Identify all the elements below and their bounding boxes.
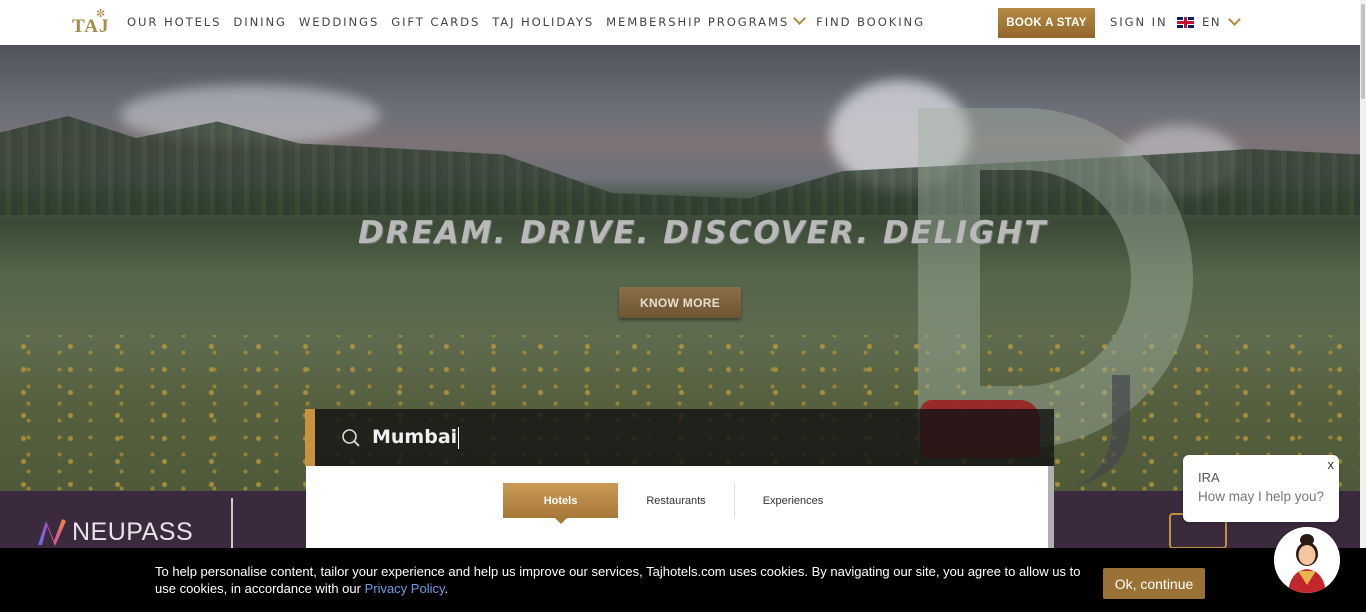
chat-assistant-avatar[interactable]: [1274, 527, 1340, 593]
nav-taj-holidays[interactable]: TAJ HOLIDAYS: [492, 15, 594, 29]
hero-tagline: DREAM. DRIVE. DISCOVER. DELIGHT: [358, 215, 1048, 251]
uk-flag-icon: [1177, 16, 1194, 28]
neupass-mark-icon: [38, 519, 66, 546]
main-menu: OUR HOTELS DINING WEDDINGS GIFT CARDS TA…: [127, 12, 937, 29]
language-selector[interactable]: EN: [1177, 12, 1241, 29]
search-input-value: Mumbai: [372, 426, 458, 448]
privacy-policy-link[interactable]: Privacy Policy: [365, 581, 445, 596]
book-a-stay-button[interactable]: BOOK A STAY: [998, 8, 1095, 38]
band-divider: [231, 498, 233, 548]
chat-bubble[interactable]: x IRA How may I help you?: [1183, 455, 1339, 522]
nav-find-booking[interactable]: FIND BOOKING: [816, 15, 925, 29]
assistant-avatar-icon: [1274, 527, 1340, 593]
chat-close-button[interactable]: x: [1328, 457, 1335, 472]
nav-membership-label: MEMBERSHIP PROGRAMS: [606, 15, 790, 29]
chevron-down-icon: [793, 12, 807, 25]
logo-text: TAJ: [72, 16, 110, 37]
cookie-message: To help personalise content, tailor your…: [155, 563, 1095, 597]
search-input[interactable]: Mumbai: [372, 426, 460, 449]
nav-membership-programs[interactable]: MEMBERSHIP PROGRAMS: [606, 12, 807, 29]
chat-agent-name: IRA: [1198, 470, 1220, 485]
neupass-logo-text: NEUPASS: [72, 517, 194, 546]
sign-in-link[interactable]: SIGN IN: [1110, 15, 1168, 29]
cookie-message-suffix: .: [444, 581, 449, 596]
language-label: EN: [1202, 15, 1221, 29]
destination-search-bar[interactable]: Mumbai: [305, 409, 1054, 466]
search-results-panel: Hotels Restaurants Experiences: [306, 466, 1054, 556]
nav-weddings[interactable]: WEDDINGS: [299, 15, 379, 29]
chat-message: How may I help you?: [1198, 489, 1325, 504]
tab-hotels[interactable]: Hotels: [503, 483, 618, 524]
taj-logo[interactable]: ✼ TAJ: [70, 7, 110, 39]
cookie-consent-bar: To help personalise content, tailor your…: [0, 548, 1366, 612]
search-category-tabs: Hotels Restaurants Experiences: [503, 483, 851, 524]
search-icon: [342, 429, 360, 447]
nav-gift-cards[interactable]: GIFT CARDS: [391, 15, 480, 29]
nav-dining[interactable]: DINING: [233, 15, 287, 29]
nav-our-hotels[interactable]: OUR HOTELS: [127, 15, 221, 29]
neupass-logo[interactable]: NEUPASS: [36, 517, 193, 547]
top-navigation: ✼ TAJ OUR HOTELS DINING WEDDINGS GIFT CA…: [0, 0, 1360, 45]
know-more-button[interactable]: KNOW MORE: [619, 287, 741, 318]
scrollbar-thumb[interactable]: [1361, 4, 1365, 99]
tab-experiences[interactable]: Experiences: [735, 483, 851, 518]
cookie-message-text: To help personalise content, tailor your…: [155, 564, 1081, 596]
ok-continue-button[interactable]: Ok, continue: [1103, 568, 1205, 599]
tab-restaurants[interactable]: Restaurants: [618, 483, 735, 518]
chevron-down-icon: [1228, 12, 1241, 26]
text-caret: [458, 426, 460, 449]
